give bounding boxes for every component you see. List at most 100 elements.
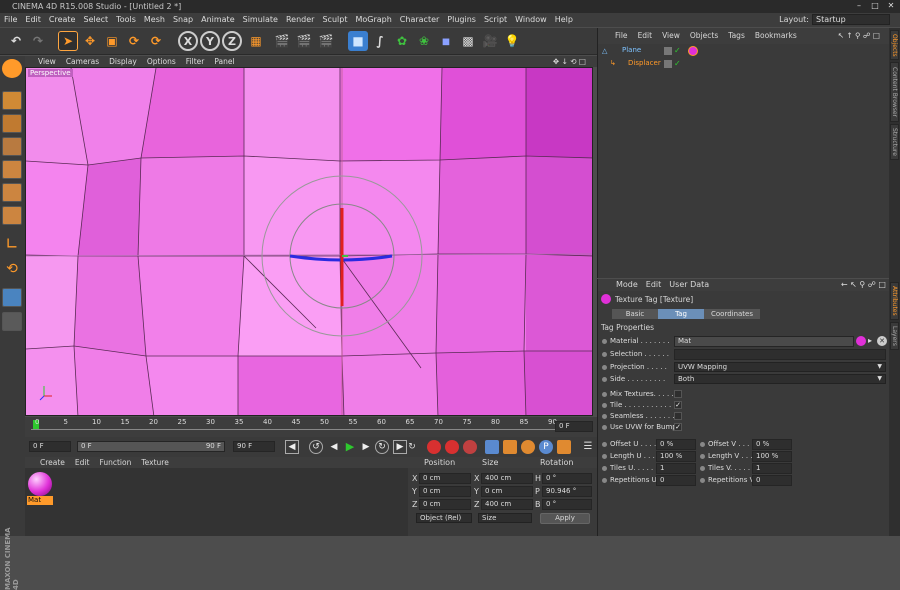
menu-sculpt[interactable]: Sculpt <box>318 13 351 27</box>
menu-snap[interactable]: Snap <box>169 13 197 27</box>
object-row-plane[interactable]: △ Plane ✓ <box>602 46 888 57</box>
plane-layer-icon[interactable] <box>664 47 672 55</box>
floor-icon[interactable]: ▩ <box>458 31 478 51</box>
move-icon[interactable]: ✥ <box>80 31 100 51</box>
vp-menu-panel[interactable]: Panel <box>209 57 239 66</box>
timeline-ruler[interactable]: 0 5 10 15 20 25 30 35 40 45 50 55 60 65 70 75 80 85 90 0 F <box>25 417 597 437</box>
close-button[interactable]: ✕ <box>884 1 898 11</box>
coord-size-mode-select[interactable]: Size <box>478 513 532 523</box>
length-v-anim-dot[interactable] <box>700 453 705 459</box>
tab-basic[interactable]: Basic <box>612 309 658 319</box>
key-position-icon[interactable] <box>485 440 499 454</box>
side-tab-objects[interactable]: Objects <box>890 30 899 60</box>
coord-mode-select[interactable]: Object (Rel) <box>416 513 472 523</box>
coord-rot-h[interactable]: 0 ° <box>542 473 592 484</box>
recent-tools-icon[interactable]: ⟳ <box>146 31 166 51</box>
frame-range-slider[interactable]: 0 F 90 F <box>77 441 225 452</box>
coord-pos-x[interactable]: 0 cm <box>419 473 471 484</box>
obj-menu-objects[interactable]: Objects <box>685 31 723 40</box>
tab-coordinates[interactable]: Coordinates <box>704 309 760 319</box>
scale-icon[interactable]: ▣ <box>102 31 122 51</box>
material-link-icon[interactable] <box>856 336 866 346</box>
obj-menu-file[interactable]: File <box>610 31 633 40</box>
vp-menu-options[interactable]: Options <box>142 57 181 66</box>
axis-mode-icon[interactable]: ∟ <box>2 234 22 253</box>
render-view-icon[interactable]: 🎬 <box>272 31 292 51</box>
loop-icon[interactable]: ↻ <box>405 440 419 454</box>
repetitions-u-field[interactable]: 0 <box>656 475 696 486</box>
obj-menu-bookmarks[interactable]: Bookmarks <box>750 31 802 40</box>
uvw-bump-checkbox[interactable]: ✓ <box>674 423 682 431</box>
menu-character[interactable]: Character <box>396 13 444 27</box>
coord-rot-p[interactable]: 90.946 ° <box>542 486 592 497</box>
menu-select[interactable]: Select <box>79 13 112 27</box>
pen-spline-icon[interactable]: ∫ <box>370 31 390 51</box>
attribute-nav-icons[interactable]: ← ↖ ⚲ ☍ □ <box>841 279 886 291</box>
rep-v-anim-dot[interactable] <box>700 477 705 483</box>
coordinate-system-icon[interactable]: ▦ <box>246 31 266 51</box>
projection-anim-dot[interactable] <box>602 364 607 370</box>
coord-size-z[interactable]: 400 cm <box>481 499 533 510</box>
vp-menu-display[interactable]: Display <box>104 57 142 66</box>
material-clear-icon[interactable]: ✕ <box>877 336 887 346</box>
keyframe-selection-icon[interactable] <box>463 440 477 454</box>
obj-menu-view[interactable]: View <box>657 31 685 40</box>
perspective-viewport[interactable]: Perspective <box>25 67 593 416</box>
next-frame-icon[interactable]: ▶ <box>359 440 373 454</box>
tiles-u-anim-dot[interactable] <box>602 465 607 471</box>
coord-pos-y[interactable]: 0 cm <box>419 486 471 497</box>
plane-visibility-check[interactable]: ✓ <box>674 46 681 55</box>
repetitions-v-field[interactable]: 0 <box>752 475 792 486</box>
side-tab-structure[interactable]: Structure <box>890 124 899 160</box>
autokey-icon[interactable] <box>445 440 459 454</box>
tab-tag[interactable]: Tag <box>658 309 704 319</box>
side-tab-attributes[interactable]: Attributes <box>890 282 899 320</box>
offset-v-field[interactable]: 0 % <box>752 439 792 450</box>
material-anim-dot[interactable] <box>602 338 607 344</box>
current-frame-field[interactable]: 0 F <box>555 421 593 432</box>
material-link-field[interactable]: Mat <box>674 336 854 347</box>
tile-anim-dot[interactable] <box>602 402 607 408</box>
texture-mode-icon[interactable] <box>2 114 22 133</box>
z-axis-lock-icon[interactable]: Z <box>222 31 242 51</box>
selection-field[interactable] <box>674 349 886 360</box>
texture-tag-icon[interactable] <box>688 46 698 56</box>
points-mode-icon[interactable] <box>2 160 22 179</box>
viewport-nav-icons[interactable]: ✥ ↓ ⟲ □ <box>548 56 591 67</box>
timeline-menu-icon[interactable]: ☰ <box>581 440 595 454</box>
redo-icon[interactable]: ↷ <box>28 31 48 51</box>
coord-pos-z[interactable]: 0 cm <box>419 499 471 510</box>
side-anim-dot[interactable] <box>602 376 607 382</box>
tweak-mode-icon[interactable]: ⟲ <box>2 260 22 279</box>
key-scale-icon[interactable] <box>503 440 517 454</box>
obj-menu-tags[interactable]: Tags <box>723 31 750 40</box>
mix-textures-checkbox[interactable] <box>674 390 682 398</box>
snap-icon[interactable] <box>2 288 22 307</box>
edges-mode-icon[interactable] <box>2 183 22 202</box>
play-icon[interactable]: ▶ <box>343 440 357 454</box>
camera-icon[interactable]: 🎥 <box>480 31 500 51</box>
y-axis-lock-icon[interactable]: Y <box>200 31 220 51</box>
array-icon[interactable]: ❀ <box>414 31 434 51</box>
menu-plugins[interactable]: Plugins <box>443 13 480 27</box>
menu-help[interactable]: Help <box>551 13 577 27</box>
length-u-field[interactable]: 100 % <box>656 451 696 462</box>
apply-button[interactable]: Apply <box>540 513 590 524</box>
attr-menu-user-data[interactable]: User Data <box>665 280 713 289</box>
coord-size-y[interactable]: 0 cm <box>481 486 533 497</box>
selection-anim-dot[interactable] <box>602 351 607 357</box>
vp-menu-filter[interactable]: Filter <box>181 57 210 66</box>
tiles-v-field[interactable]: 1 <box>752 463 792 474</box>
key-rotation-icon[interactable] <box>521 440 535 454</box>
tiles-v-anim-dot[interactable] <box>700 465 705 471</box>
vp-menu-view[interactable]: View <box>33 57 61 66</box>
menu-edit[interactable]: Edit <box>21 13 45 27</box>
offset-u-anim-dot[interactable] <box>602 441 607 447</box>
prev-frame-icon[interactable]: ◀ <box>327 440 341 454</box>
menu-create[interactable]: Create <box>45 13 80 27</box>
menu-simulate[interactable]: Simulate <box>239 13 282 27</box>
object-row-displacer[interactable]: ↳ Displacer ✓ <box>602 59 888 70</box>
deformer-icon[interactable]: ◾ <box>436 31 456 51</box>
obj-menu-edit[interactable]: Edit <box>633 31 658 40</box>
tiles-u-field[interactable]: 1 <box>656 463 696 474</box>
